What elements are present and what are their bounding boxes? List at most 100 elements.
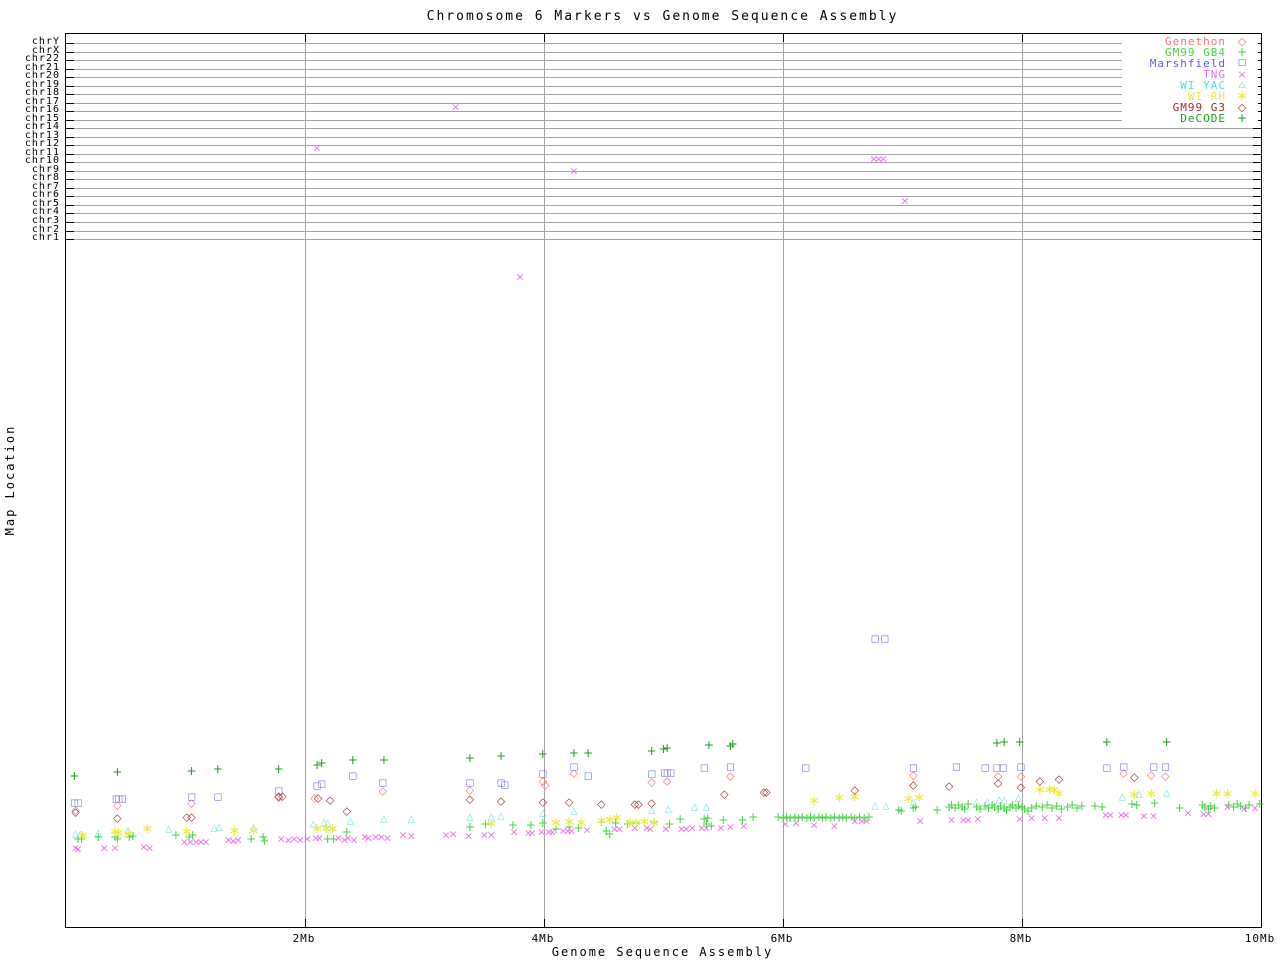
data-point-decode: + [1014, 735, 1025, 749]
data-point-decode: + [316, 756, 327, 770]
data-point-tng: × [973, 812, 983, 826]
x-tick-label: 6Mb [770, 932, 794, 945]
data-point-wi_yac: △ [407, 814, 415, 825]
y-tick-label: chr1 [31, 232, 60, 243]
data-point-marshfield: □ [1102, 763, 1112, 774]
data-point-tng: × [144, 841, 155, 855]
y-tick-left [66, 213, 74, 215]
y-tick-left [66, 77, 74, 79]
chromosome-gridline [66, 170, 1261, 172]
data-point-tng: × [1040, 811, 1050, 825]
data-point-tng: × [791, 816, 801, 830]
data-point-tng: × [1139, 809, 1149, 823]
data-point-marshfield: □ [538, 769, 548, 780]
data-point-g3: ◇ [496, 794, 506, 808]
y-tick-left [66, 60, 74, 61]
data-point-g3: ◇ [1054, 772, 1064, 786]
x-tick-top [1261, 34, 1262, 42]
data-point-tng: × [725, 820, 735, 834]
data-point-tng: × [1203, 807, 1213, 821]
y-tick-right [1253, 239, 1261, 240]
data-point-wi_yac: △ [165, 824, 173, 835]
data-point-decode: + [583, 746, 594, 760]
data-point-wi_yac: △ [664, 804, 672, 815]
data-point-wi_rh: ∗ [141, 821, 154, 837]
chromosome-gridline [66, 230, 1261, 232]
data-point-wi_rh: ∗ [326, 821, 339, 837]
y-tick-right [1253, 179, 1261, 181]
data-point-marshfield: □ [952, 762, 961, 773]
data-point-wi_rh: ∗ [122, 826, 134, 842]
data-point-tng: × [99, 841, 109, 855]
data-point-wi_yac: △ [691, 802, 699, 813]
x-tick-top [544, 34, 545, 42]
data-point-marshfield: □ [378, 778, 387, 789]
data-point-marshfield: □ [500, 780, 509, 791]
data-point-wi_yac: △ [380, 814, 388, 825]
chromosome-gridline [66, 179, 1261, 181]
data-point-wi_rh: ∗ [1128, 787, 1141, 803]
chromosome-gridline [66, 145, 1261, 147]
chromosome-gridline [66, 128, 1261, 130]
data-point-wi_yac: △ [983, 797, 991, 808]
data-point-marshfield: □ [187, 792, 196, 803]
data-point-wi_rh: ∗ [913, 790, 926, 806]
data-point-tng: × [312, 141, 322, 155]
data-point-marshfield: □ [909, 763, 918, 774]
data-point-wi_yac: △ [539, 808, 547, 819]
chromosome-gridline [66, 102, 1261, 104]
data-point-marshfield: □ [348, 771, 358, 782]
data-point-tng: × [349, 833, 359, 847]
data-point-tng: × [1105, 808, 1115, 822]
data-point-marshfield: □ [1119, 762, 1128, 773]
mb-gridline [783, 34, 784, 927]
legend-label-decode: DeCODE [1180, 112, 1226, 125]
chromosome-gridline [66, 85, 1261, 87]
data-point-tng: × [1239, 802, 1249, 816]
data-point-decode: + [495, 749, 507, 763]
data-point-tng: × [661, 822, 671, 836]
data-point-decode: + [1101, 735, 1112, 749]
cross-icon: × [1237, 68, 1247, 81]
data-point-tng: × [509, 825, 519, 839]
data-point-decode: + [378, 753, 389, 767]
x-tick-bottom [544, 919, 545, 927]
data-point-tng: × [1250, 801, 1260, 815]
data-point-decode: + [464, 751, 475, 765]
data-point-tng: × [569, 164, 579, 178]
x-tick-top [1022, 34, 1023, 42]
data-point-g3: ◇ [597, 797, 606, 811]
plot-area: Genethon ◇ GM99 GB4 + Marshfield □ TNG × WI YAC △… [65, 33, 1265, 928]
x-tick-bottom [305, 919, 306, 927]
data-point-tng: × [1014, 812, 1025, 826]
data-point-decode: + [1161, 735, 1172, 749]
data-point-tng: × [464, 829, 474, 843]
data-point-decode: + [646, 744, 657, 758]
x-axis-title: Genome Sequence Assembly [551, 945, 774, 959]
data-point-marshfield: □ [870, 634, 880, 645]
data-point-wi_yac: △ [1118, 792, 1126, 803]
legend-row: DeCODE + [1122, 112, 1258, 125]
data-point-tng: × [809, 818, 819, 832]
data-point-g3: ◇ [762, 785, 771, 799]
x-tick-bottom [1261, 919, 1262, 927]
y-tick-left [66, 239, 74, 240]
data-point-g3: ◇ [113, 811, 122, 825]
data-point-g3: ◇ [325, 793, 335, 807]
chromosome-gridline [66, 196, 1261, 198]
y-tick-left [66, 179, 74, 181]
data-point-g3: ◇ [278, 789, 287, 803]
data-point-tng: × [1148, 809, 1159, 823]
data-point-tng: × [1222, 800, 1233, 814]
data-point-g3: ◇ [944, 779, 954, 793]
data-point-marshfield: □ [569, 762, 579, 773]
data-point-decode: + [999, 735, 1010, 749]
data-point-marshfield: □ [583, 771, 593, 782]
data-point-tng: × [861, 814, 872, 828]
data-point-g3: ◇ [313, 791, 323, 805]
data-point-tng: × [1183, 806, 1193, 820]
data-point-tng: × [780, 817, 790, 831]
chromosome-gridline [66, 111, 1261, 113]
data-point-genethon: ◇ [540, 778, 550, 792]
data-point-tng: × [829, 819, 839, 833]
